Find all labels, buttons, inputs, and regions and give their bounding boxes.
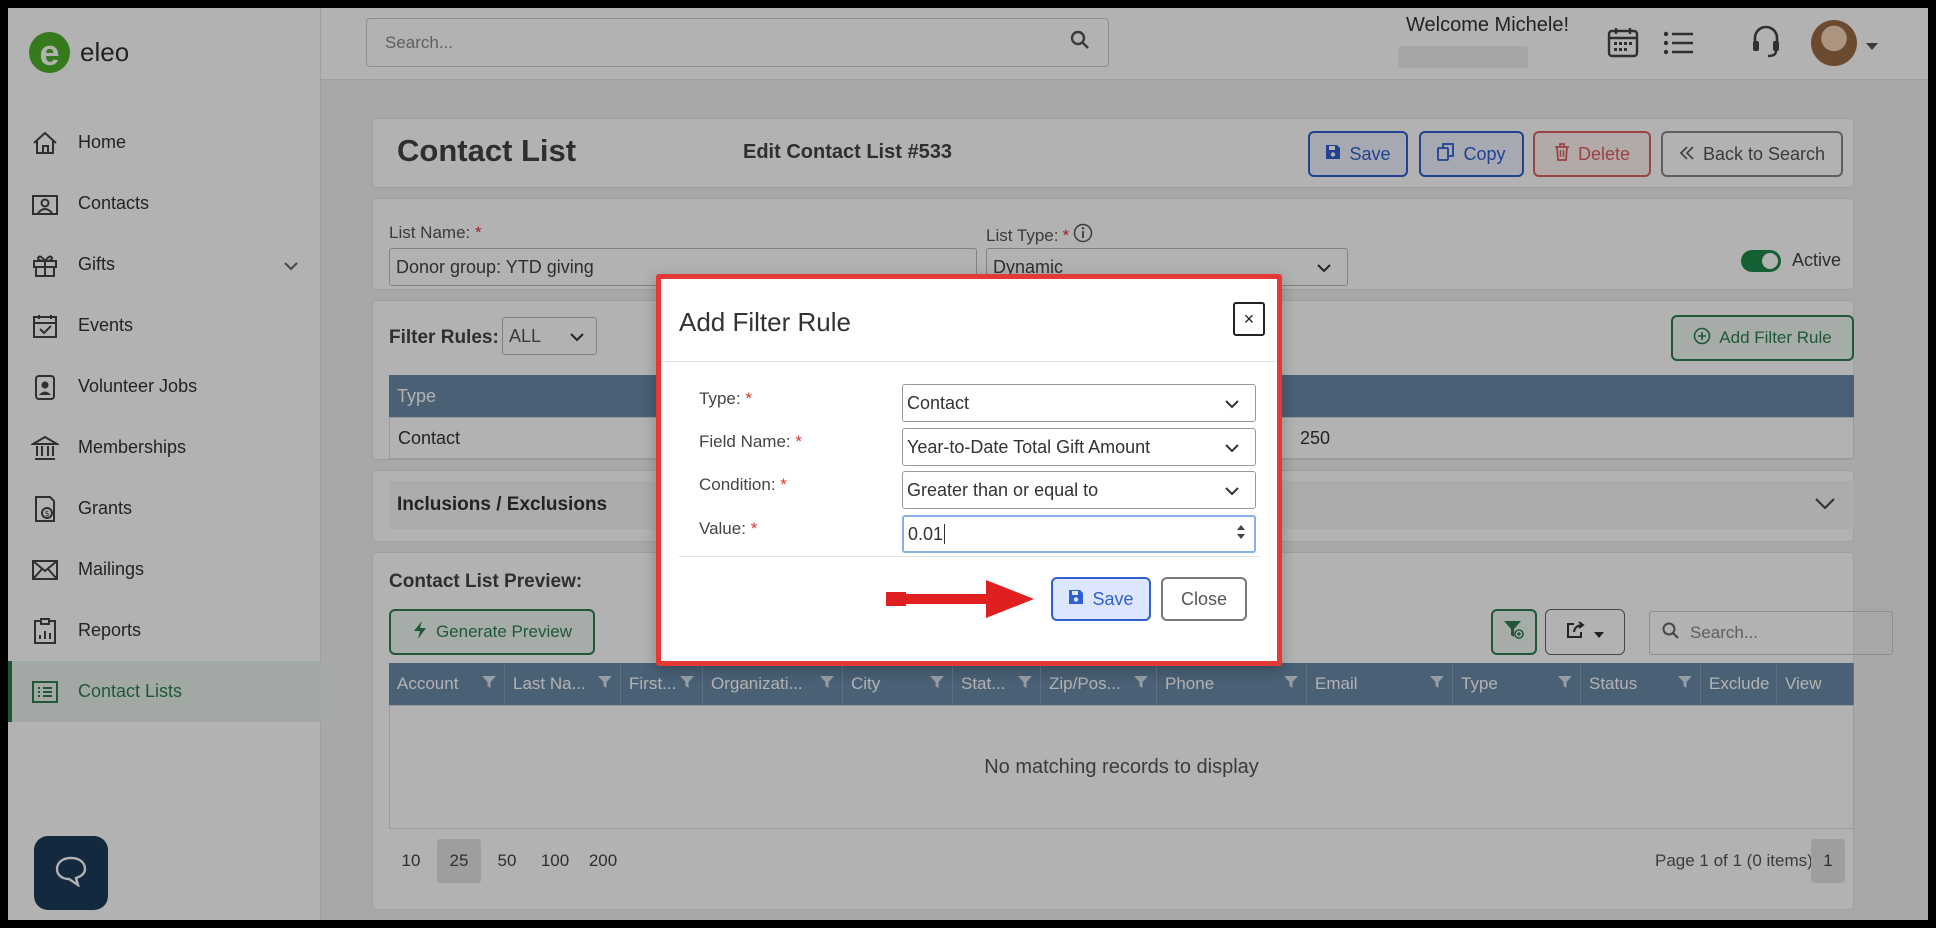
field-name-select[interactable]: Year-to-Date Total Gift Amount (902, 428, 1256, 466)
modal-divider (661, 361, 1277, 362)
value-input-text: 0.01 (908, 523, 946, 544)
value-number-input[interactable]: 0.01 (902, 515, 1256, 553)
condition-value: Greater than or equal to (907, 479, 1099, 500)
modal-footer-divider (679, 556, 1259, 557)
type-select[interactable]: Contact (902, 384, 1256, 422)
modal-close-button[interactable]: Close (1161, 577, 1247, 621)
app-window: e eleo Home Contacts Gifts Events Volunt… (8, 8, 1928, 920)
condition-label: Condition: * (699, 475, 787, 494)
chevron-down-icon (1225, 480, 1239, 501)
field-name-label: Field Name: * (699, 432, 802, 451)
add-filter-rule-modal: Add Filter Rule × Type: * Contact Field … (656, 274, 1282, 666)
number-spinner-icon[interactable] (1236, 522, 1246, 547)
chevron-down-icon (1225, 393, 1239, 414)
modal-save-button[interactable]: Save (1051, 577, 1151, 621)
type-value: Contact (907, 392, 970, 413)
chevron-down-icon (1225, 437, 1239, 458)
modal-title: Add Filter Rule (679, 307, 851, 337)
value-label: Value: * (699, 519, 758, 538)
type-label: Type: * (699, 389, 752, 408)
modal-save-label: Save (1092, 588, 1134, 609)
modal-close-x-button[interactable]: × (1233, 302, 1265, 336)
field-name-value: Year-to-Date Total Gift Amount (907, 436, 1151, 457)
condition-select[interactable]: Greater than or equal to (902, 471, 1256, 509)
red-arrow-annotation-icon (886, 577, 1036, 626)
floppy-disk-icon (1068, 589, 1084, 610)
